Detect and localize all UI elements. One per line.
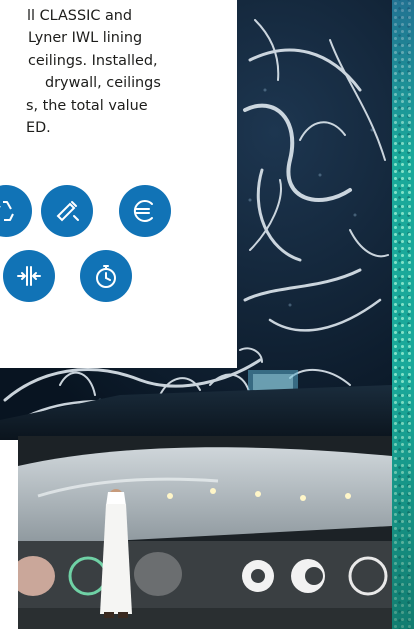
article-text: ll CLASSIC and Lyner IWL lining ceilings… — [0, 0, 226, 139]
article-line: ceilings. Installed, — [28, 52, 158, 69]
article-line: Lyner IWL lining — [28, 30, 143, 47]
recycle-icon — [0, 185, 32, 237]
article-line: drywall, ceilings — [45, 75, 161, 92]
article-line: ll CLASSIC and — [27, 8, 133, 24]
exhibit-scene-illustration — [18, 436, 392, 629]
text-panel: ll CLASSIC and Lyner IWL lining ceilings… — [0, 0, 237, 368]
exhibit-visit-photo — [18, 436, 392, 629]
width-compress-icon — [3, 250, 55, 302]
euro-icon — [119, 185, 171, 237]
article-line: s, the total value — [26, 97, 148, 114]
tools-icon — [41, 185, 93, 237]
stopwatch-icon — [80, 250, 132, 302]
decorative-dot-band — [392, 0, 414, 629]
article-line: ED. — [26, 120, 51, 137]
